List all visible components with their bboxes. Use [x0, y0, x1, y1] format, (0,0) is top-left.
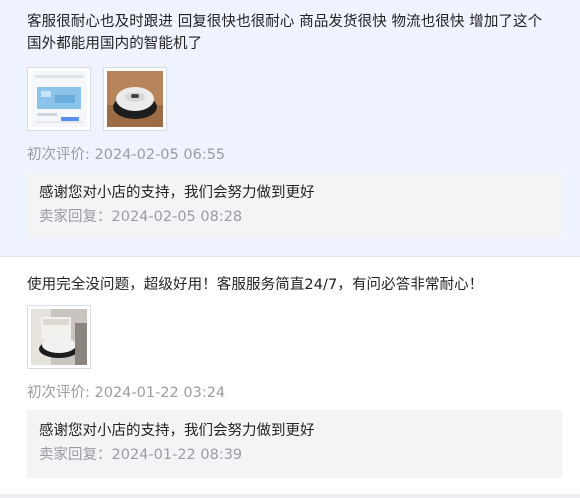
divider — [0, 494, 580, 498]
review-images — [27, 67, 167, 131]
review-images — [27, 305, 91, 369]
seller-reply-text: 感谢您对小店的支持，我们会努力做到更好 — [39, 423, 315, 439]
seller-reply: 感谢您对小店的支持，我们会努力做到更好 卖家回复：2024-02-05 08:2… — [27, 172, 562, 238]
seller-reply: 感谢您对小店的支持，我们会努力做到更好 卖家回复：2024-01-22 08:3… — [27, 410, 562, 478]
review-image-thumbnail[interactable] — [103, 67, 167, 131]
seller-reply-text: 感谢您对小店的支持，我们会努力做到更好 — [39, 185, 315, 201]
robot-vacuum-dock-image — [31, 309, 87, 365]
review-text: 使用完全没问题，超级好用！客服服务简直24/7，有问必答非常耐心！ — [27, 277, 484, 293]
seller-reply-date: 卖家回复：2024-02-05 08:28 — [39, 209, 243, 225]
robot-vacuum-image — [107, 71, 163, 127]
review-date: 初次评价: 2024-02-05 06:55 — [27, 147, 226, 163]
review-image-thumbnail[interactable] — [27, 67, 91, 131]
app-screenshot-image — [31, 71, 87, 127]
review-item: 使用完全没问题，超级好用！客服服务简直24/7，有问必答非常耐心！ 初次评价: … — [0, 256, 580, 494]
review-text: 客服很耐心也及时跟进 回复很快也很耐心 商品发货很快 物流也很快 增加了这个 国… — [27, 14, 543, 52]
review-date: 初次评价: 2024-01-22 03:24 — [27, 385, 226, 401]
seller-reply-date: 卖家回复：2024-01-22 08:39 — [39, 447, 243, 463]
review-image-thumbnail[interactable] — [27, 305, 91, 369]
review-item: 客服很耐心也及时跟进 回复很快也很耐心 商品发货很快 物流也很快 增加了这个 国… — [0, 0, 580, 256]
